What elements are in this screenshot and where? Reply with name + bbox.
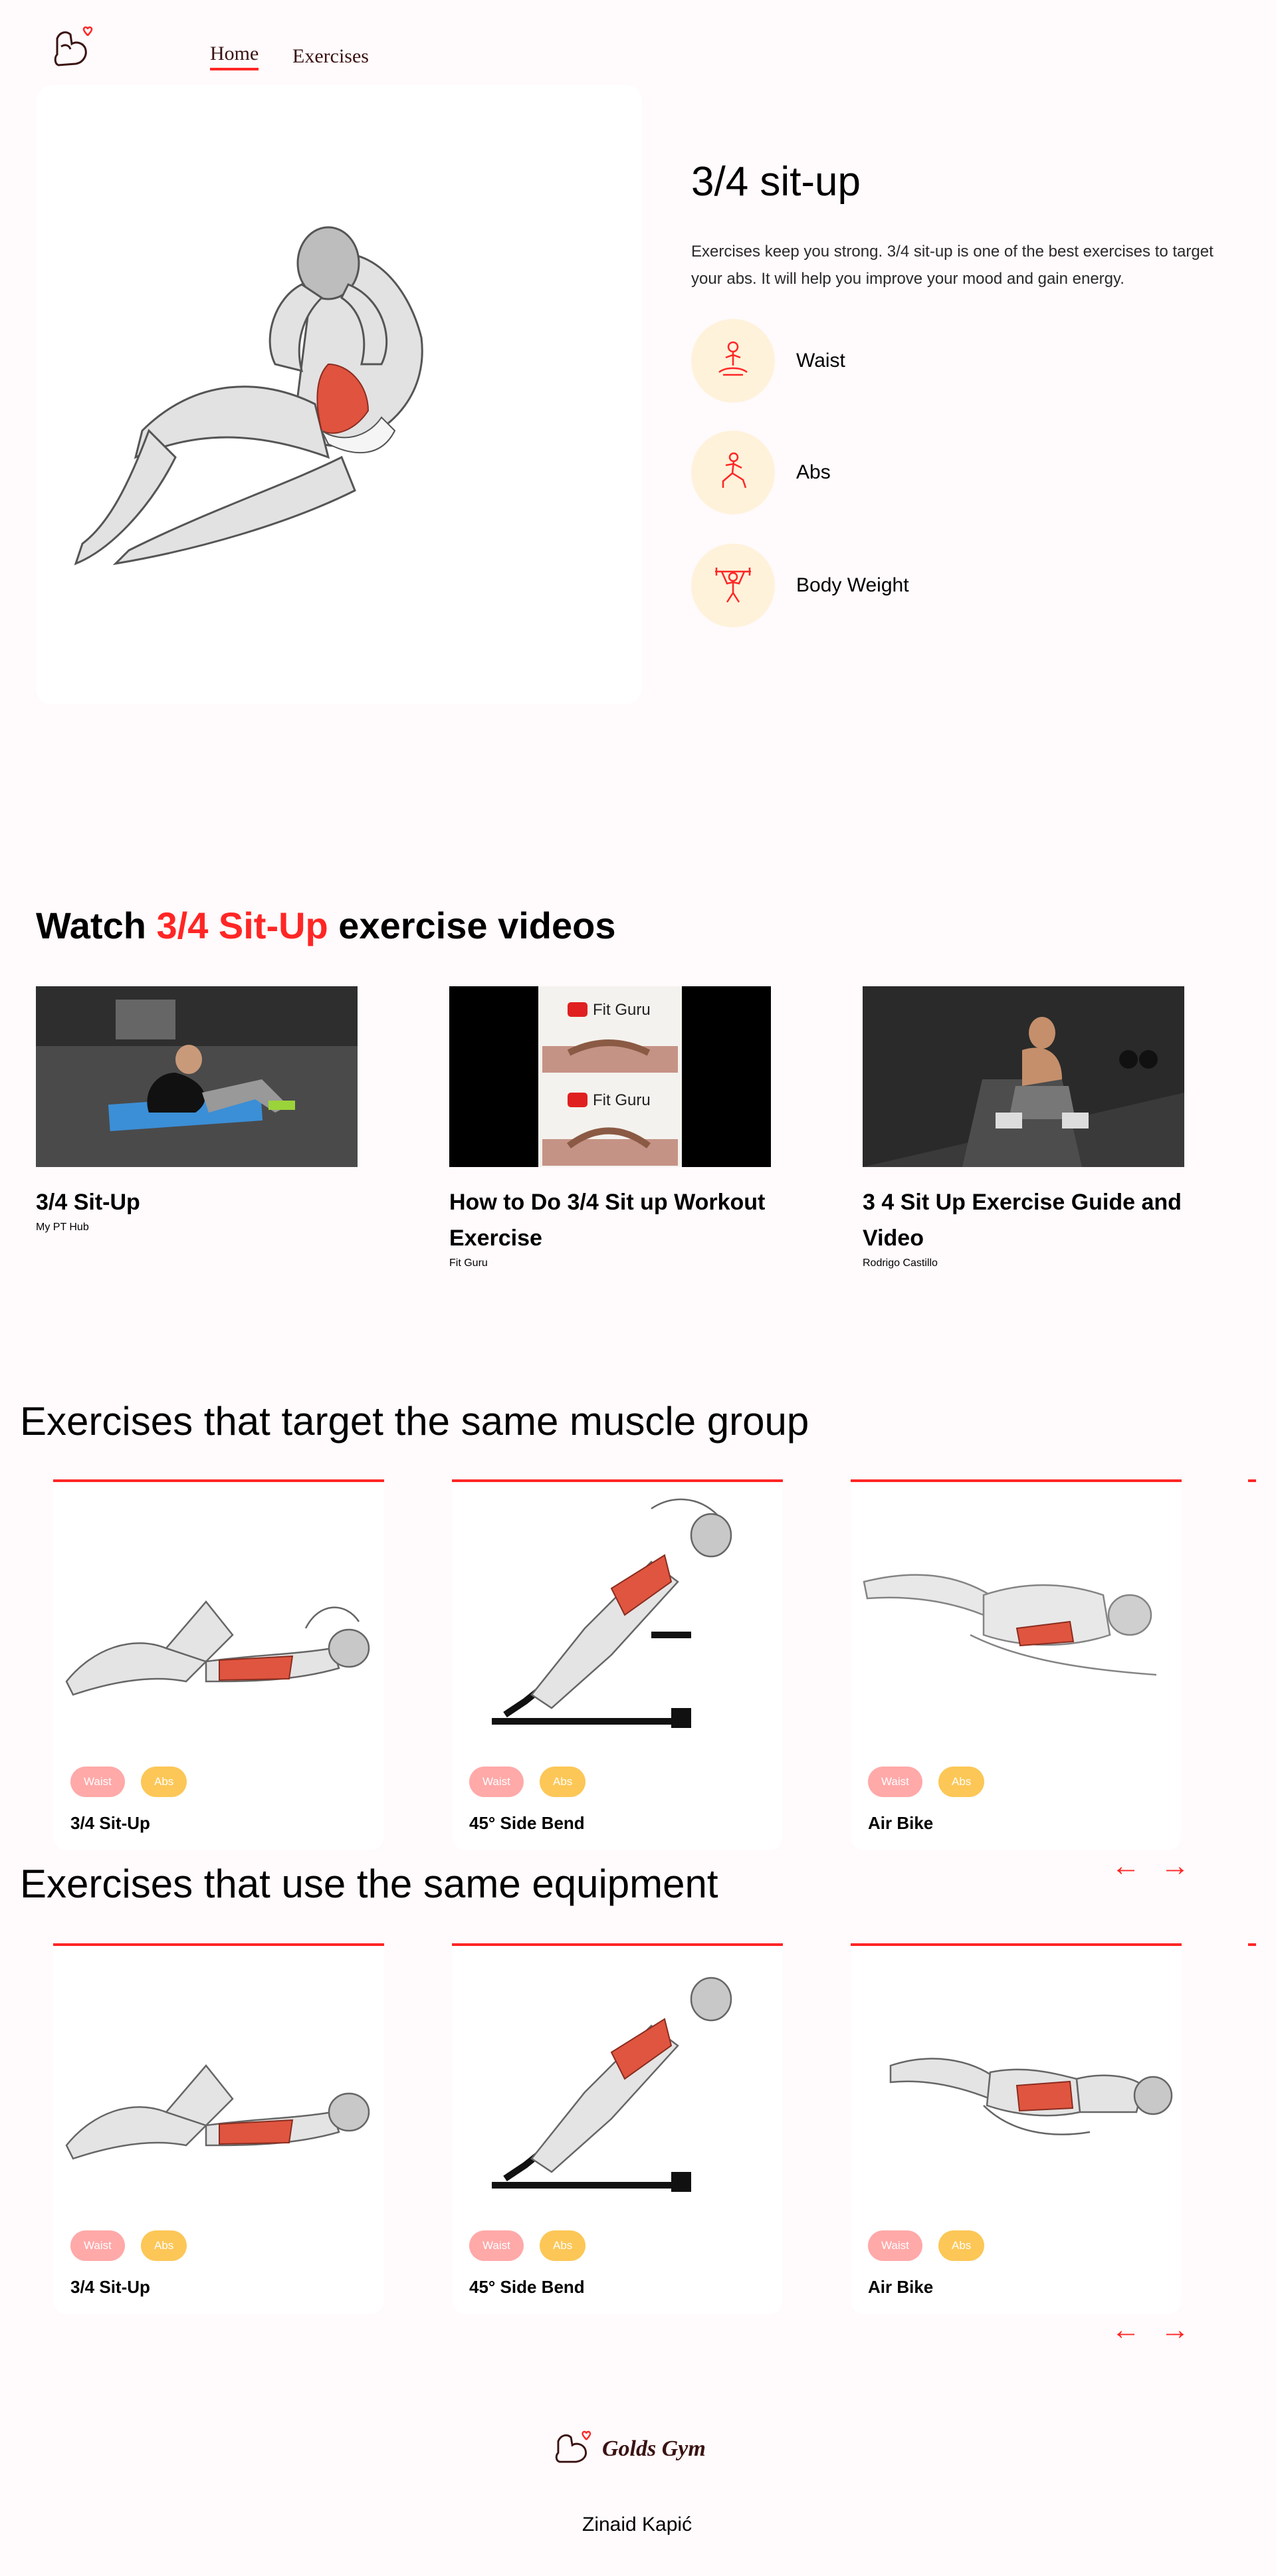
tag-body-weight: Body Weight bbox=[691, 544, 909, 627]
footer-brand: Golds Gym bbox=[553, 2430, 706, 2468]
exercise-card[interactable]: Waist Abs Air Bike bbox=[851, 1943, 1182, 2314]
exercise-card[interactable]: Waist Abs 3/4 Sit-Up bbox=[53, 1943, 384, 2314]
exercise-illustration bbox=[863, 1574, 1157, 1676]
tag-pill-abs[interactable]: Abs bbox=[540, 2230, 586, 2261]
weightlifter-icon bbox=[691, 544, 775, 627]
exercise-name: Air Bike bbox=[868, 2277, 934, 2297]
exercise-name: 3/4 Sit-Up bbox=[70, 2277, 150, 2297]
logo-icon[interactable] bbox=[52, 24, 96, 70]
nav-exercises-link[interactable]: Exercises bbox=[292, 45, 369, 68]
exercise-name: Air Bike bbox=[868, 1813, 934, 1833]
next-card-edge bbox=[1248, 1943, 1256, 1946]
tag-waist: Waist bbox=[691, 319, 845, 403]
next-card-edge bbox=[1248, 1479, 1256, 1482]
exercise-hero-image bbox=[36, 85, 642, 704]
exercise-illustration bbox=[65, 1600, 370, 1696]
video-title: 3 4 Sit Up Exercise Guide and Video bbox=[863, 1190, 1182, 1251]
exercise-illustration bbox=[492, 1498, 732, 1728]
videos-heading-pre: Watch bbox=[36, 905, 157, 946]
exercise-description: Exercises keep you strong. 3/4 sit-up is… bbox=[691, 243, 1214, 288]
arrow-right-icon[interactable]: → bbox=[1160, 2315, 1190, 2345]
tag-pill-waist[interactable]: Waist bbox=[868, 2230, 922, 2261]
tag-label: Body Weight bbox=[796, 574, 909, 596]
tag-pill-waist[interactable]: Waist bbox=[70, 1767, 125, 1797]
exercise-illustration bbox=[889, 2058, 1173, 2135]
arrow-right-icon[interactable]: → bbox=[1160, 1852, 1190, 1881]
exercise-name: 3/4 Sit-Up bbox=[70, 1813, 150, 1833]
videos-heading-accent: 3/4 Sit-Up bbox=[156, 905, 328, 946]
similar-target-heading: Exercises that target the same muscle gr… bbox=[20, 1399, 809, 1444]
videos-heading: Watch 3/4 Sit-Up exercise videos bbox=[36, 904, 616, 947]
exercise-title: 3/4 sit-up bbox=[691, 159, 861, 205]
video-thumbnail bbox=[863, 986, 1184, 1167]
exercise-card[interactable]: Waist Abs 45° Side Bend bbox=[452, 1479, 783, 1850]
videos-heading-post: exercise videos bbox=[328, 905, 616, 946]
tag-pill-abs[interactable]: Abs bbox=[938, 1767, 985, 1797]
video-card[interactable]: 3 4 Sit Up Exercise Guide and Video Rodr… bbox=[863, 986, 1184, 1269]
arrow-left-icon[interactable]: ← bbox=[1111, 2315, 1140, 2345]
tag-pill-abs[interactable]: Abs bbox=[540, 1767, 586, 1797]
exercise-card[interactable]: Waist Abs 45° Side Bend bbox=[452, 1943, 783, 2314]
meditation-icon bbox=[691, 319, 775, 403]
footer-brand-name: Golds Gym bbox=[602, 2436, 706, 2461]
tag-abs: Abs bbox=[691, 431, 831, 514]
exercise-illustration bbox=[65, 2064, 370, 2160]
nav-home-link[interactable]: Home bbox=[210, 43, 259, 70]
video-thumbnail-text: Fit Guru bbox=[593, 1001, 651, 1019]
video-card[interactable]: 3/4 Sit-Up My PT Hub bbox=[36, 986, 358, 1234]
video-card[interactable]: Fit Guru Fit Guru How to Do 3/4 Sit up W… bbox=[449, 986, 771, 1269]
exercise-card[interactable]: Waist Abs Air Bike bbox=[851, 1479, 1182, 1850]
video-thumbnail bbox=[36, 986, 358, 1167]
tag-pill-waist[interactable]: Waist bbox=[868, 1767, 922, 1797]
tag-pill-waist[interactable]: Waist bbox=[469, 1767, 524, 1797]
tag-pill-abs[interactable]: Abs bbox=[141, 2230, 187, 2261]
video-title: 3/4 Sit-Up bbox=[36, 1190, 140, 1215]
video-channel: Fit Guru bbox=[449, 1257, 488, 1269]
video-thumbnail: Fit Guru Fit Guru bbox=[449, 986, 771, 1167]
similar-equipment-heading: Exercises that use the same equipment bbox=[20, 1862, 718, 1906]
exercise-name: 45° Side Bend bbox=[469, 2277, 585, 2297]
tag-pill-abs[interactable]: Abs bbox=[938, 2230, 985, 2261]
tag-label: Waist bbox=[796, 350, 845, 372]
video-channel: My PT Hub bbox=[36, 1222, 89, 1233]
tag-pill-waist[interactable]: Waist bbox=[469, 2230, 524, 2261]
exercise-illustration bbox=[492, 1977, 732, 2192]
exercise-name: 45° Side Bend bbox=[469, 1813, 585, 1833]
exercise-card[interactable]: Waist Abs 3/4 Sit-Up bbox=[53, 1479, 384, 1850]
lunge-icon bbox=[691, 431, 775, 514]
tag-label: Abs bbox=[796, 461, 831, 483]
video-thumbnail-text: Fit Guru bbox=[593, 1091, 651, 1109]
arrow-left-icon[interactable]: ← bbox=[1111, 1852, 1140, 1881]
tag-pill-waist[interactable]: Waist bbox=[70, 2230, 125, 2261]
logo-icon bbox=[553, 2430, 595, 2468]
video-channel: Rodrigo Castillo bbox=[863, 1257, 938, 1269]
video-title: How to Do 3/4 Sit up Workout Exercise bbox=[449, 1190, 766, 1251]
footer-author: Zinaid Kapić bbox=[582, 2514, 692, 2535]
tag-pill-abs[interactable]: Abs bbox=[141, 1767, 187, 1797]
